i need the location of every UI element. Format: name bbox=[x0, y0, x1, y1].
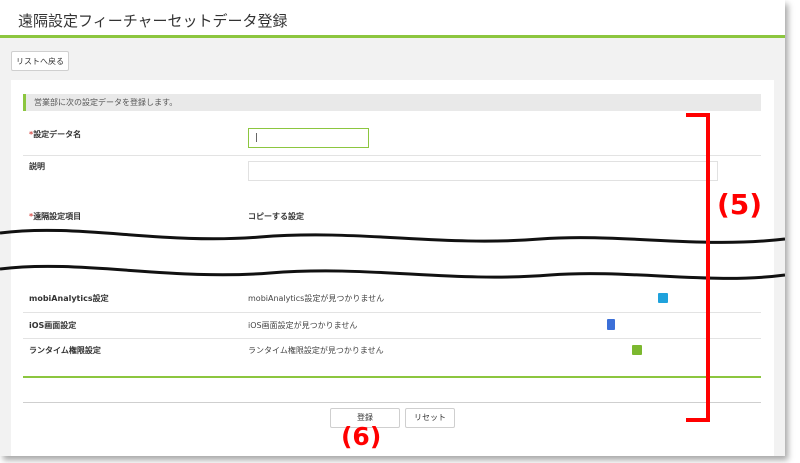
ios-screen-icon[interactable] bbox=[607, 319, 615, 330]
row-value-runtime-permission: ランタイム権限設定が見つかりません bbox=[248, 346, 384, 355]
row-label-ios-screen: iOS画面設定 bbox=[29, 321, 77, 330]
section-bracket bbox=[686, 113, 710, 422]
description-field-label: 説明 bbox=[29, 162, 45, 171]
back-to-list-button[interactable]: リストへ戻る bbox=[11, 51, 69, 71]
divider bbox=[23, 338, 761, 339]
row-label-runtime-permission: ランタイム権限設定 bbox=[29, 346, 101, 355]
notice-banner: 営業部に次の設定データを登録します。 bbox=[23, 94, 761, 111]
name-label-text: 設定データ名 bbox=[33, 130, 82, 139]
footer-divider bbox=[23, 402, 761, 403]
section-divider bbox=[23, 376, 761, 378]
main-window: 遠隔設定フィーチャーセットデータ登録 リストへ戻る 営業部に次の設定データを登録… bbox=[0, 0, 785, 456]
row-value-analytics: mobiAnalytics設定が見つかりません bbox=[248, 294, 385, 303]
annotation-5: (5) bbox=[717, 188, 763, 221]
omission-wave-lines bbox=[0, 228, 785, 280]
setting-name-input[interactable] bbox=[248, 128, 369, 148]
row-label-analytics: mobiAnalytics設定 bbox=[29, 294, 109, 303]
form-panel: 営業部に次の設定データを登録します。 *設定データ名 説明 *遠隔設定項目 コピ… bbox=[0, 80, 785, 456]
analytics-icon[interactable] bbox=[658, 293, 668, 303]
runtime-permission-icon[interactable] bbox=[632, 345, 642, 355]
name-field-label: *設定データ名 bbox=[29, 129, 81, 140]
divider bbox=[23, 312, 761, 313]
reset-button[interactable]: リセット bbox=[405, 408, 455, 428]
divider bbox=[23, 155, 761, 156]
annotation-6: (6) bbox=[341, 422, 382, 451]
page-title: 遠隔設定フィーチャーセットデータ登録 bbox=[18, 12, 288, 30]
item-header-text: 遠隔設定項目 bbox=[33, 212, 82, 221]
remote-setting-item-header: *遠隔設定項目 bbox=[29, 211, 81, 222]
copy-setting-header: コピーする設定 bbox=[248, 212, 304, 221]
row-value-ios-screen: iOS画面設定が見つかりません bbox=[248, 321, 358, 330]
description-input[interactable] bbox=[248, 161, 718, 181]
page-header: 遠隔設定フィーチャーセットデータ登録 bbox=[0, 0, 785, 38]
